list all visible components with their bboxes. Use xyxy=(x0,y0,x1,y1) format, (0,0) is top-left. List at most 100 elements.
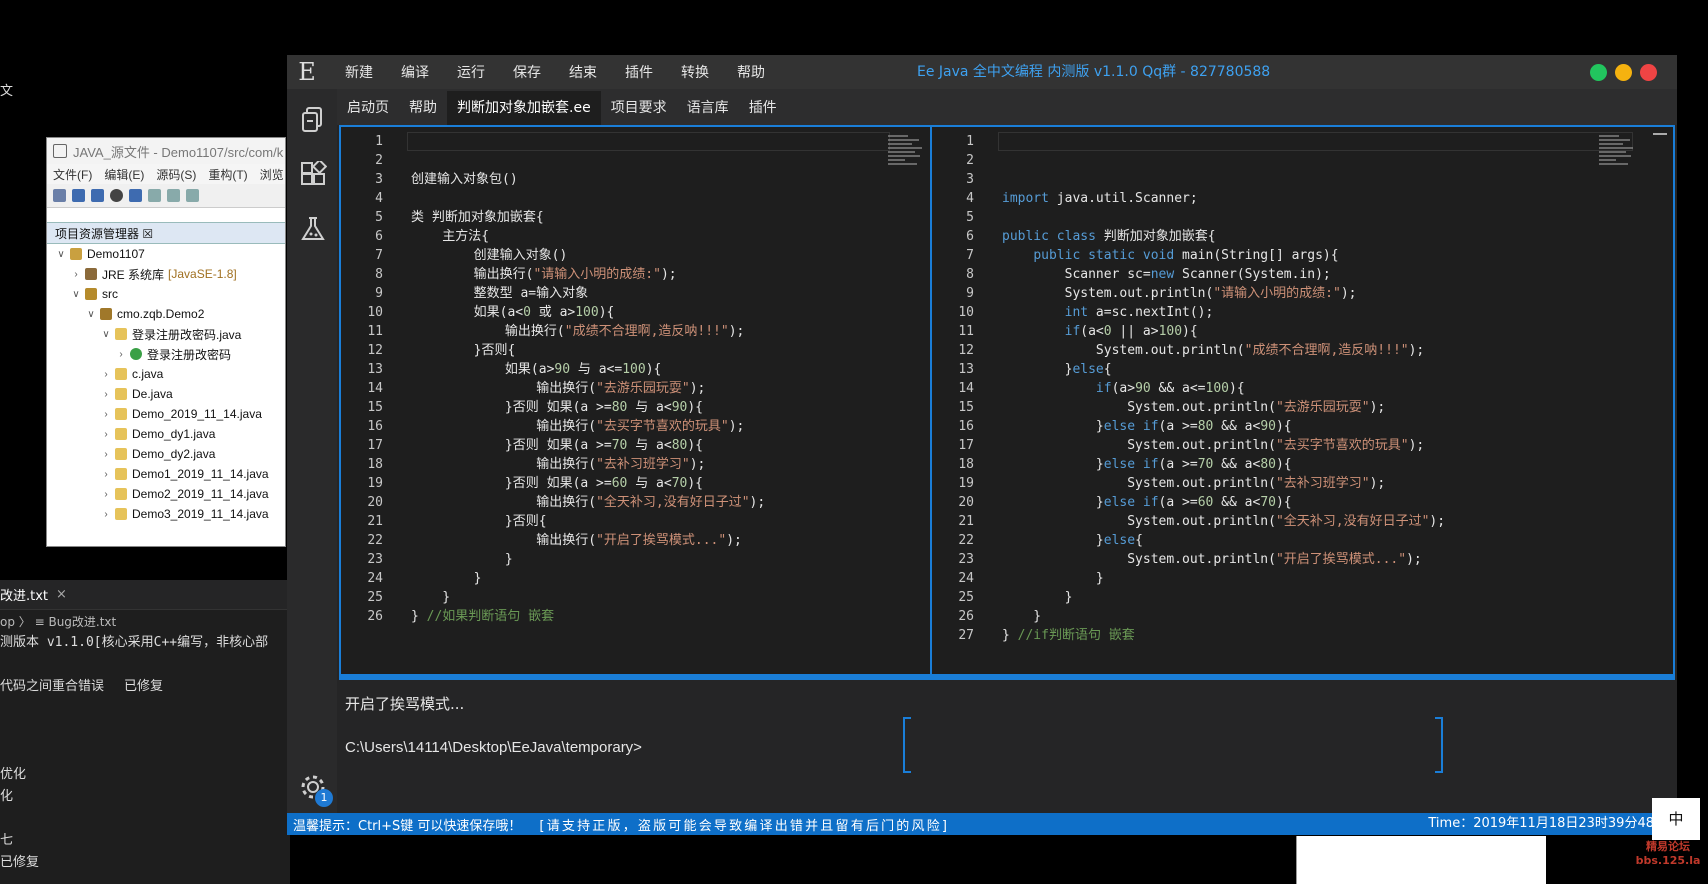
eclipse-menu-item[interactable]: 文件(F) xyxy=(53,166,92,183)
expand-arrow-icon[interactable]: ∨ xyxy=(100,329,112,340)
project-explorer-title[interactable]: 项目资源管理器 ☒ xyxy=(55,225,153,242)
code-line[interactable]: int a=sc.nextInt(); xyxy=(1002,303,1663,322)
expand-arrow-icon[interactable]: › xyxy=(100,489,112,500)
eclipse-menu-item[interactable]: 编辑(E) xyxy=(104,166,144,183)
code-line[interactable]: System.out.println("去买字节喜欢的玩具"); xyxy=(1002,436,1663,455)
tree-item[interactable]: › Demo_dy1.java xyxy=(47,424,285,444)
editor-tab[interactable]: 帮助 xyxy=(399,91,447,125)
debug-icon[interactable] xyxy=(110,189,123,202)
code-line[interactable]: 类 判断加对象加嵌套{ xyxy=(411,208,920,227)
tree-item[interactable]: ∨ 登录注册改密码.java xyxy=(47,324,285,344)
expand-arrow-icon[interactable]: › xyxy=(115,349,127,360)
editor-tab[interactable]: 判断加对象加嵌套.ee xyxy=(447,91,601,125)
tree-item[interactable]: › Demo1_2019_11_14.java xyxy=(47,464,285,484)
expand-arrow-icon[interactable]: ∨ xyxy=(70,289,82,300)
tree-item[interactable]: › Demo2_2019_11_14.java xyxy=(47,484,285,504)
editor-tab[interactable]: 启动页 xyxy=(337,91,399,125)
code-line[interactable]: public static void main(String[] args){ xyxy=(1002,246,1663,265)
expand-arrow-icon[interactable]: ∨ xyxy=(55,249,67,260)
code-line[interactable]: }else if(a >=80 && a<90){ xyxy=(1002,417,1663,436)
code-line[interactable]: } xyxy=(411,588,920,607)
code-line[interactable]: 整数型 a=输入对象 xyxy=(411,284,920,303)
code-line[interactable]: }else{ xyxy=(1002,531,1663,550)
menu-item[interactable]: 转换 xyxy=(669,62,725,82)
tree-item[interactable]: ∨ src xyxy=(47,284,285,304)
code-line[interactable]: 输出换行("去买字节喜欢的玩具"); xyxy=(411,417,920,436)
tree-item[interactable]: › c.java xyxy=(47,364,285,384)
notes-tab[interactable]: 改进.txt × xyxy=(0,580,290,610)
code-line[interactable]: } xyxy=(1002,607,1663,626)
code-line[interactable]: System.out.println("全天补习,没有好日子过"); xyxy=(1002,512,1663,531)
code-line[interactable]: } xyxy=(411,550,920,569)
resume-icon[interactable] xyxy=(167,189,180,202)
code-line[interactable]: } //if判断语句 嵌套 xyxy=(1002,626,1663,645)
new-icon[interactable] xyxy=(53,189,66,202)
code-line[interactable]: } xyxy=(1002,569,1663,588)
code-line[interactable]: 创建输入对象() xyxy=(411,246,920,265)
editor-tab[interactable]: 语言库 xyxy=(677,91,739,125)
code-line[interactable]: 主方法{ xyxy=(411,227,920,246)
tree-item[interactable]: › De.java xyxy=(47,384,285,404)
files-icon[interactable] xyxy=(299,105,327,133)
java-output-pane[interactable]: 1 2 3 4 5 6 7 8 9 10 11 12 13 14 15 16 17 18 19 20 21 22 23 24 2… xyxy=(932,127,1673,674)
code-line[interactable]: 输出换行("去补习班学习"); xyxy=(411,455,920,474)
menu-item[interactable]: 插件 xyxy=(613,62,669,82)
editor-tab[interactable]: 插件 xyxy=(739,91,787,125)
flask-icon[interactable] xyxy=(299,215,327,243)
eclipse-menu-item[interactable]: 重构(T) xyxy=(208,166,247,183)
menu-item[interactable]: 运行 xyxy=(445,62,501,82)
code-line[interactable]: }否则 如果(a >=70 与 a<80){ xyxy=(411,436,920,455)
code-line[interactable]: System.out.println("开启了挨骂模式..."); xyxy=(1002,550,1663,569)
java-code[interactable]: import java.util.Scanner; public class 判断… xyxy=(1002,132,1663,645)
minimize-button[interactable] xyxy=(1615,64,1632,81)
menu-item[interactable]: 新建 xyxy=(333,62,389,82)
code-line[interactable]: }else{ xyxy=(1002,360,1663,379)
code-line[interactable]: System.out.println("去游乐园玩耍"); xyxy=(1002,398,1663,417)
code-line[interactable]: System.out.println("成绩不合理啊,造反呐!!!"); xyxy=(1002,341,1663,360)
menu-item[interactable]: 保存 xyxy=(501,62,557,82)
code-line[interactable]: 创建输入对象包() xyxy=(411,170,920,189)
code-line[interactable] xyxy=(411,151,920,170)
menu-item[interactable]: 帮助 xyxy=(725,62,781,82)
code-line[interactable]: 输出换行("请输入小明的成绩:"); xyxy=(411,265,920,284)
ime-indicator[interactable]: 中 xyxy=(1652,798,1700,840)
code-line[interactable] xyxy=(1002,208,1663,227)
tree-item[interactable]: ∨ Demo1107 xyxy=(47,244,285,264)
code-line[interactable]: System.out.println("去补习班学习"); xyxy=(1002,474,1663,493)
expand-arrow-icon[interactable]: › xyxy=(100,369,112,380)
code-line[interactable]: Scanner sc=new Scanner(System.in); xyxy=(1002,265,1663,284)
tree-item[interactable]: › JRE 系统库 [JavaSE-1.8] xyxy=(47,264,285,284)
code-line[interactable]: public class 判断加对象加嵌套{ xyxy=(1002,227,1663,246)
editor-tab[interactable]: 项目要求 xyxy=(601,91,677,125)
code-line[interactable]: if(a<0 || a>100){ xyxy=(1002,322,1663,341)
code-line[interactable]: import java.util.Scanner; xyxy=(1002,189,1663,208)
code-line[interactable]: }else if(a >=60 && a<70){ xyxy=(1002,493,1663,512)
code-line[interactable] xyxy=(411,132,920,151)
expand-arrow-icon[interactable]: › xyxy=(100,429,112,440)
eclipse-menu-item[interactable]: 浏览 xyxy=(260,166,284,183)
maximize-button[interactable] xyxy=(1590,64,1607,81)
save-icon[interactable] xyxy=(72,189,85,202)
scrollbar[interactable] xyxy=(1653,133,1667,135)
tree-item[interactable]: ∨ cmo.zqb.Demo2 xyxy=(47,304,285,324)
ee-source-pane[interactable]: 1 2 3 4 5 6 7 8 9 10 11 12 13 14 15 16 17 18 19 20 21 22 23 24 2… xyxy=(341,127,932,674)
menu-item[interactable]: 编译 xyxy=(389,62,445,82)
expand-arrow-icon[interactable]: › xyxy=(100,389,112,400)
code-line[interactable] xyxy=(1002,170,1663,189)
tree-item[interactable]: › 登录注册改密码 xyxy=(47,344,285,364)
code-line[interactable]: if(a>90 && a<=100){ xyxy=(1002,379,1663,398)
close-button[interactable] xyxy=(1640,64,1657,81)
tree-item[interactable]: › Demo_dy2.java xyxy=(47,444,285,464)
console-icon[interactable] xyxy=(129,189,142,202)
code-line[interactable]: }else if(a >=70 && a<80){ xyxy=(1002,455,1663,474)
minimap[interactable] xyxy=(888,135,922,173)
console-input[interactable] xyxy=(903,717,1443,773)
code-line[interactable]: } xyxy=(1002,588,1663,607)
menu-item[interactable]: 结束 xyxy=(557,62,613,82)
expand-arrow-icon[interactable]: › xyxy=(100,469,112,480)
code-line[interactable]: 输出换行("全天补习,没有好日子过"); xyxy=(411,493,920,512)
code-line[interactable] xyxy=(1002,132,1663,151)
close-icon[interactable]: × xyxy=(56,587,67,602)
code-line[interactable]: }否则 如果(a >=60 与 a<70){ xyxy=(411,474,920,493)
save-all-icon[interactable] xyxy=(91,189,104,202)
